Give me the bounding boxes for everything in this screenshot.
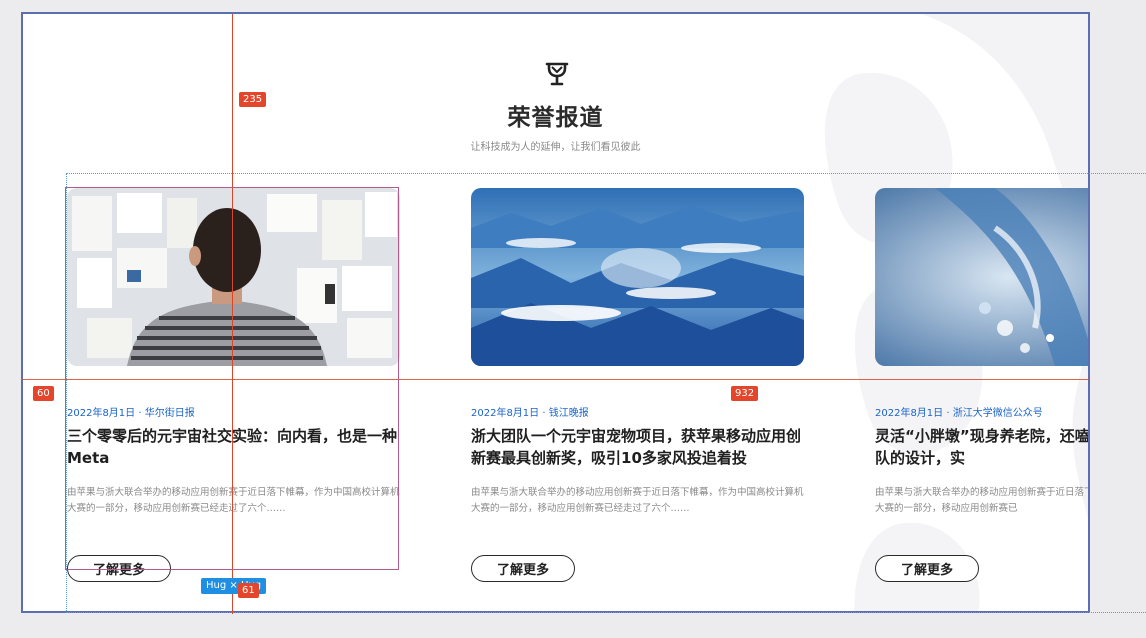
trophy-icon bbox=[545, 62, 569, 86]
measure-badge-left: 60 bbox=[33, 386, 54, 401]
selected-card-outline[interactable] bbox=[65, 187, 399, 570]
measure-badge-bottom: 61 bbox=[238, 583, 259, 598]
section-subtitle: 让科技成为人的延伸，让我们看见彼此 bbox=[470, 142, 641, 153]
section-title: 荣誉报道 bbox=[507, 105, 604, 131]
measure-badge-middle: 932 bbox=[731, 386, 759, 401]
measure-badge-top: 235 bbox=[239, 92, 267, 107]
